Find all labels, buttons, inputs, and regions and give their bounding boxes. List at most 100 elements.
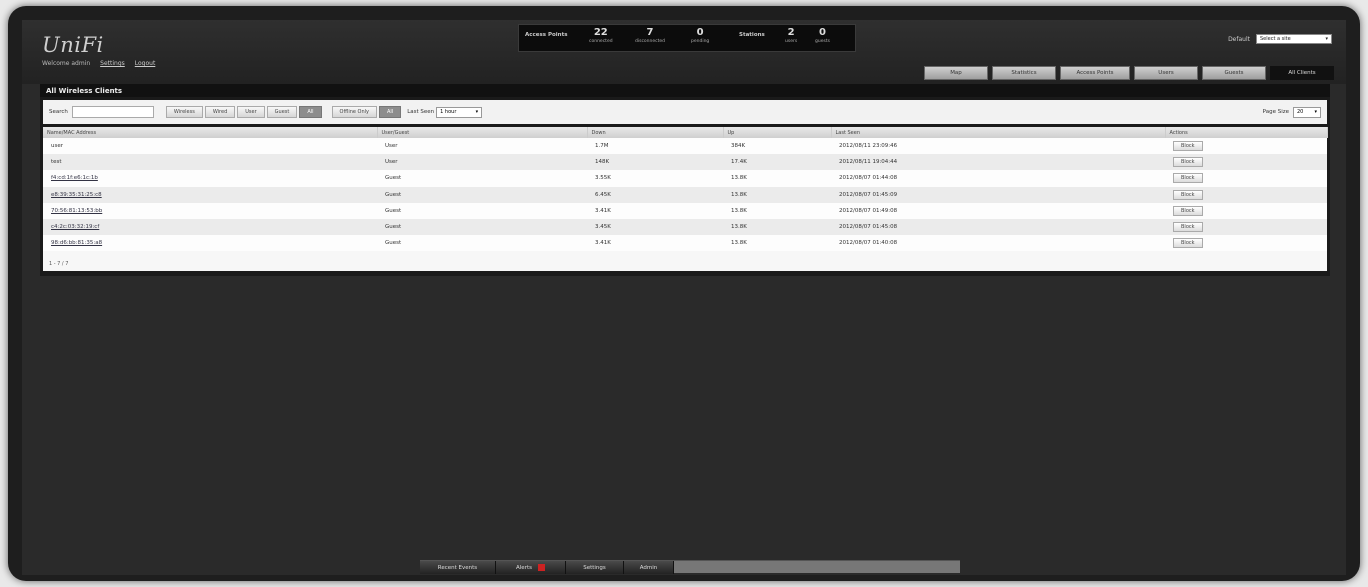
table-row: c4:2c:03:32:19:cf Guest 3.45K 13.8K 2012… xyxy=(43,218,1327,236)
client-type: User xyxy=(385,143,398,150)
filter-user[interactable]: User xyxy=(237,106,265,118)
block-button[interactable]: Block xyxy=(1173,189,1203,200)
toolbar: Search Wireless Wired User Guest All Off… xyxy=(43,100,1327,124)
bottom-tab-alerts[interactable]: Alerts xyxy=(496,561,566,574)
alert-badge xyxy=(537,564,545,571)
chevron-down-icon: ▾ xyxy=(1325,36,1328,42)
table-row: user User 1.7M 384K 2012/08/11 23:09:46 … xyxy=(43,138,1327,155)
client-up: 13.8K xyxy=(731,224,747,231)
site-select-value: Select a site xyxy=(1260,36,1291,42)
client-down: 3.41K xyxy=(595,207,611,214)
client-name: test xyxy=(51,159,62,166)
client-type: Guest xyxy=(385,207,402,214)
client-down: 3.41K xyxy=(595,240,611,247)
filter-online-all[interactable]: All xyxy=(379,106,402,118)
client-mac-link[interactable]: e8:39:35:31:25:c8 xyxy=(51,192,102,198)
panel-title: All Wireless Clients xyxy=(40,84,1330,98)
tab-all-clients[interactable]: All Clients xyxy=(1270,66,1334,80)
last-seen-select[interactable]: 1 hour ▾ xyxy=(436,106,483,118)
clients-panel: Search Wireless Wired User Guest All Off… xyxy=(40,97,1330,276)
filter-guest[interactable]: Guest xyxy=(266,106,298,118)
site-selector: Default Select a site ▾ xyxy=(1228,34,1332,44)
block-button[interactable]: Block xyxy=(1173,238,1203,249)
last-seen-value: 1 hour xyxy=(440,109,457,115)
col-up[interactable]: Up xyxy=(723,127,832,138)
site-label: Default xyxy=(1228,35,1250,43)
col-last-seen[interactable]: Last Seen xyxy=(831,127,1166,138)
page-size-label: Page Size xyxy=(1262,109,1289,115)
access-points-label: Access Points xyxy=(525,32,568,38)
page-size-value: 20 xyxy=(1297,109,1304,115)
search-input[interactable] xyxy=(71,106,154,118)
client-down: 6.45K xyxy=(595,191,611,198)
client-last-seen: 2012/08/07 01:44:08 xyxy=(839,175,898,182)
client-last-seen: 2012/08/11 19:04:44 xyxy=(839,159,898,166)
client-type: Guest xyxy=(385,240,402,247)
clients-table: Name/MAC Address User/Guest Down Up Last… xyxy=(43,127,1328,271)
client-last-seen: 2012/08/07 01:40:08 xyxy=(839,240,898,247)
stat-guests: 0 guests xyxy=(815,27,830,44)
logout-link[interactable]: Logout xyxy=(135,60,156,67)
tab-statistics[interactable]: Statistics xyxy=(992,66,1056,80)
bottom-tab-admin[interactable]: Admin xyxy=(624,561,674,574)
bottom-tab-label: Admin xyxy=(639,564,658,571)
table-row: test User 148K 17.4K 2012/08/11 19:04:44… xyxy=(43,154,1327,171)
client-up: 17.4K xyxy=(731,159,747,166)
filter-all[interactable]: All xyxy=(299,106,322,118)
top-tabs: Map Statistics Access Points Users Guest… xyxy=(924,66,1334,80)
block-button[interactable]: Block xyxy=(1173,157,1203,168)
client-down: 1.7M xyxy=(595,143,609,150)
client-mac-link[interactable]: c4:2c:03:32:19:cf xyxy=(51,224,99,230)
stations-label: Stations xyxy=(739,32,765,38)
page-size-select[interactable]: 20 ▾ xyxy=(1293,106,1321,118)
bottom-tab-label: Recent Events xyxy=(437,564,478,571)
bottom-tab-label: Settings xyxy=(583,564,606,571)
block-button[interactable]: Block xyxy=(1173,205,1203,216)
client-mac-link[interactable]: f4:cd:1f:e6:1c:1b xyxy=(51,175,98,181)
stats-panel: Access Points 22 connected 7 disconnected … xyxy=(518,24,856,52)
table-row: e8:39:35:31:25:c8 Guest 6.45K 13.8K 2012… xyxy=(43,186,1327,203)
client-up: 13.8K xyxy=(731,191,747,198)
client-type: Guest xyxy=(385,224,402,231)
block-button[interactable]: Block xyxy=(1173,222,1203,233)
pager[interactable]: 1 - 7 / 7 xyxy=(49,261,68,267)
site-select[interactable]: Select a site ▾ xyxy=(1256,34,1332,44)
header: UniFi Welcome admin Settings Logout Acce… xyxy=(22,20,1346,84)
page-size: Page Size 20 ▾ xyxy=(1262,106,1321,118)
block-button[interactable]: Block xyxy=(1173,173,1203,184)
bottom-bar-fill xyxy=(674,561,960,573)
col-actions: Actions xyxy=(1165,127,1328,138)
col-user-guest[interactable]: User/Guest xyxy=(377,127,588,138)
unifi-logo: UniFi xyxy=(42,33,104,57)
bottom-tab-settings[interactable]: Settings xyxy=(566,561,624,574)
client-down: 148K xyxy=(595,159,610,166)
settings-link[interactable]: Settings xyxy=(100,60,125,67)
col-name[interactable]: Name/MAC Address xyxy=(43,127,378,138)
welcome-row: Welcome admin Settings Logout xyxy=(42,60,155,67)
table-header: Name/MAC Address User/Guest Down Up Last… xyxy=(43,127,1328,138)
filter-wireless[interactable]: Wireless xyxy=(165,106,203,118)
client-up: 384K xyxy=(731,143,746,150)
tab-users[interactable]: Users xyxy=(1134,66,1198,80)
client-mac-link[interactable]: 98:d6:bb:81:35:a8 xyxy=(51,240,102,246)
block-button[interactable]: Block xyxy=(1173,141,1203,152)
client-type: Guest xyxy=(385,175,402,182)
search-label: Search xyxy=(49,109,68,115)
welcome-text: Welcome admin xyxy=(42,60,91,67)
tab-access-points[interactable]: Access Points xyxy=(1060,66,1130,80)
client-last-seen: 2012/08/07 01:45:09 xyxy=(839,191,898,198)
last-seen-label: Last Seen xyxy=(407,109,435,115)
bottom-tab-label: Alerts xyxy=(516,564,532,571)
tab-guests[interactable]: Guests xyxy=(1202,66,1266,80)
stat-pending: 0 pending xyxy=(691,27,710,44)
client-mac-link[interactable]: 70:56:81:13:53:bb xyxy=(51,208,102,214)
table-row: 98:d6:bb:81:35:a8 Guest 3.41K 13.8K 2012… xyxy=(43,235,1327,252)
filter-offline-only[interactable]: Offline Only xyxy=(331,106,377,118)
filter-wired[interactable]: Wired xyxy=(204,106,236,118)
table-row: 70:56:81:13:53:bb Guest 3.41K 13.8K 2012… xyxy=(43,202,1327,219)
tab-map[interactable]: Map xyxy=(924,66,988,80)
client-last-seen: 2012/08/07 01:45:08 xyxy=(839,224,898,231)
bottom-tab-recent-events[interactable]: Recent Events xyxy=(420,561,496,574)
col-down[interactable]: Down xyxy=(587,127,724,138)
stat-disconnected: 7 disconnected xyxy=(635,27,666,44)
